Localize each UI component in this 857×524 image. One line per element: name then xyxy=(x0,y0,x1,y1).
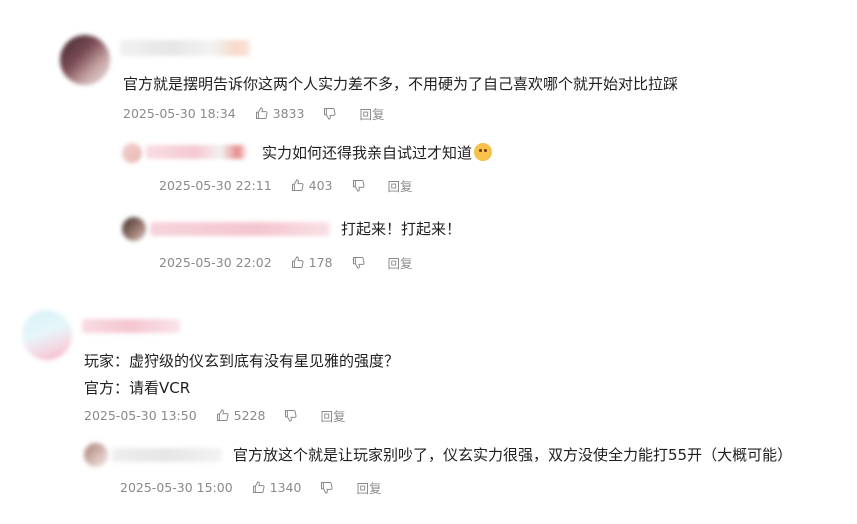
timestamp: 2025-05-30 22:02 xyxy=(159,254,272,270)
dislike-button[interactable] xyxy=(283,408,302,423)
reply-text: 实力如何还得我亲自试过才知道 xyxy=(262,143,493,163)
thumbs-down-icon xyxy=(352,179,365,192)
username[interactable] xyxy=(112,448,222,462)
username[interactable] xyxy=(146,145,246,159)
comment-text: 官方就是摆明告诉你这两个人实力差不多，不用硬为了自己喜欢哪个就开始对比拉踩 xyxy=(123,75,679,93)
thumbs-up-icon xyxy=(255,106,268,119)
thumbs-down-icon xyxy=(285,409,297,422)
thumbs-down-icon xyxy=(352,256,365,269)
comment-line: 玩家：虚狩级的仪玄到底有没有星见雅的强度？ xyxy=(84,352,400,370)
thumbs-down-icon xyxy=(324,107,336,120)
like-count: 3833 xyxy=(272,105,305,121)
comment-meta: 2025-05-30 22:11 403 回复 xyxy=(159,176,413,194)
timestamp: 2025-05-30 18:34 xyxy=(123,105,236,121)
thumbs-up-icon xyxy=(252,480,265,493)
like-button[interactable]: 178 xyxy=(290,255,333,270)
timestamp: 2025-05-30 22:11 xyxy=(159,177,272,193)
reply-button[interactable]: 回复 xyxy=(388,253,413,272)
timestamp: 2025-05-30 13:50 xyxy=(84,407,197,423)
like-button[interactable]: 1340 xyxy=(251,479,302,495)
comment-meta: 2025-05-30 13:50 5228 回复 xyxy=(84,406,345,424)
username[interactable] xyxy=(120,40,250,56)
comment-meta: 2025-05-30 18:34 3833 回复 xyxy=(123,104,384,122)
username[interactable] xyxy=(82,319,180,333)
thumbs-up-icon xyxy=(291,255,304,268)
dislike-button[interactable] xyxy=(319,480,338,495)
avatar[interactable] xyxy=(84,443,108,467)
comment-meta: 2025-05-30 15:00 1340 回复 xyxy=(120,478,381,496)
reply-text: 打起来！打起来！ xyxy=(341,220,462,238)
thumbs-up-icon xyxy=(291,178,304,191)
reply-button[interactable]: 回复 xyxy=(388,176,413,195)
like-button[interactable]: 403 xyxy=(290,178,333,193)
avatar[interactable] xyxy=(122,143,142,163)
cat-face-icon xyxy=(474,143,493,161)
username[interactable] xyxy=(150,222,330,236)
reply-text: 官方放这个就是让玩家别吵了，仪玄实力很强，双方没使全力能打55开（大概可能） xyxy=(233,446,793,464)
dislike-button[interactable] xyxy=(351,178,370,193)
like-count: 1340 xyxy=(269,479,302,495)
thumbs-down-icon xyxy=(321,481,333,494)
like-button[interactable]: 5228 xyxy=(215,407,266,423)
avatar[interactable] xyxy=(22,310,72,360)
timestamp: 2025-05-30 15:00 xyxy=(120,479,233,495)
like-count: 178 xyxy=(308,254,333,270)
reply-content: 实力如何还得我亲自试过才知道 xyxy=(262,144,473,162)
comment-line: 官方：请看VCR xyxy=(84,379,191,397)
avatar[interactable] xyxy=(60,35,110,85)
reply-button[interactable]: 回复 xyxy=(356,478,381,497)
comment-meta: 2025-05-30 22:02 178 回复 xyxy=(159,253,413,271)
reply-button[interactable]: 回复 xyxy=(359,104,384,123)
like-count: 403 xyxy=(308,177,333,193)
reply-button[interactable]: 回复 xyxy=(320,406,345,425)
thumbs-up-icon xyxy=(216,408,229,421)
avatar[interactable] xyxy=(122,217,146,241)
dislike-button[interactable] xyxy=(351,255,370,270)
like-count: 5228 xyxy=(233,407,266,423)
dislike-button[interactable] xyxy=(322,106,341,121)
like-button[interactable]: 3833 xyxy=(254,105,305,121)
